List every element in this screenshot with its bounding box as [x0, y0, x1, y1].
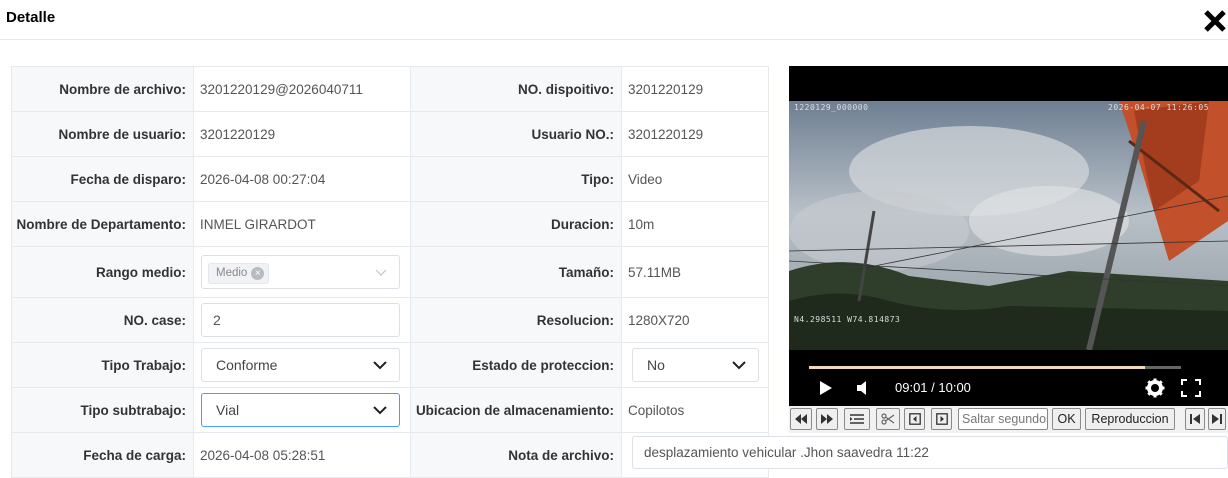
- cell-tipo-subtrabajo: Vial: [193, 387, 411, 433]
- rango-medio-tag: Medio ×: [208, 263, 270, 284]
- scissors-icon[interactable]: [876, 408, 900, 430]
- label-fecha-disparo: Fecha de disparo:: [11, 156, 194, 202]
- dialog-header: Detalle: [0, 0, 1228, 40]
- video-frame: [789, 101, 1228, 350]
- label-ubicacion: Ubicacion de almacenamiento:: [410, 387, 622, 433]
- skip-end-icon[interactable]: [1208, 408, 1226, 430]
- table-row: Nombre de usuario: 3201220129 Usuario NO…: [11, 111, 769, 157]
- table-row: Nombre de Departamento: INMEL GIRARDOT D…: [11, 201, 769, 247]
- tipo-trabajo-value: Conforme: [216, 357, 278, 373]
- value-resolucion: 1280X720: [621, 297, 769, 343]
- label-nombre-archivo: Nombre de archivo:: [11, 66, 194, 112]
- playback-button[interactable]: Reproduccion: [1085, 408, 1175, 430]
- chevron-down-icon: [732, 359, 746, 374]
- list-icon[interactable]: [844, 408, 870, 430]
- ok-button[interactable]: OK: [1052, 408, 1081, 430]
- tipo-subtrabajo-select[interactable]: Vial: [201, 393, 400, 427]
- value-nombre-archivo: 3201220129@2026040711: [193, 66, 411, 112]
- seek-seconds-input[interactable]: Saltar segundos: [958, 408, 1048, 430]
- table-row: Rango medio: Medio × Tamaño: 57.11MB: [11, 246, 769, 298]
- fast-forward-icon[interactable]: [816, 408, 838, 430]
- table-row: Fecha de disparo: 2026-04-08 00:27:04 Ti…: [11, 156, 769, 202]
- label-no-case: NO. case:: [11, 297, 194, 343]
- rango-medio-select[interactable]: Medio ×: [201, 255, 400, 289]
- table-row: Tipo Trabajo: Conforme Estado de protecc…: [11, 342, 769, 388]
- label-resolucion: Resolucion:: [410, 297, 622, 343]
- nota-archivo-input[interactable]: desplazamiento vehicular .Jhon saavedra …: [632, 436, 1228, 469]
- label-tipo-trabajo: Tipo Trabajo:: [11, 342, 194, 388]
- video-time: 09:01 / 10:00: [895, 380, 971, 395]
- label-no-dispositivo: NO. dispoitivo:: [410, 66, 622, 112]
- value-tipo: Video: [621, 156, 769, 202]
- cell-estado-proteccion: No: [621, 342, 769, 388]
- label-fecha-carga: Fecha de carga:: [11, 432, 194, 478]
- skip-start-icon[interactable]: [1185, 408, 1205, 430]
- fullscreen-icon[interactable]: [1181, 379, 1201, 402]
- estado-proteccion-value: No: [647, 357, 665, 373]
- tipo-subtrabajo-value: Vial: [216, 402, 240, 418]
- label-nota-archivo: Nota de archivo:: [410, 432, 622, 478]
- chevron-down-icon: [373, 404, 387, 419]
- playback-toolbar: Saltar segundos OK Reproduccion: [789, 406, 1228, 433]
- value-usuario-no: 3201220129: [621, 111, 769, 157]
- nota-archivo-value: desplazamiento vehicular .Jhon saavedra …: [644, 445, 929, 460]
- value-ubicacion: Copilotos: [621, 387, 769, 433]
- osd-top-left: 1220129_000000: [794, 103, 869, 112]
- tipo-trabajo-select[interactable]: Conforme: [201, 348, 400, 382]
- label-departamento: Nombre de Departamento:: [11, 201, 194, 247]
- value-fecha-disparo: 2026-04-08 00:27:04: [193, 156, 411, 202]
- value-no-dispositivo: 3201220129: [621, 66, 769, 112]
- tag-close-icon[interactable]: ×: [251, 267, 265, 280]
- value-tamano: 57.11MB: [621, 246, 769, 298]
- video-player[interactable]: 1220129_000000 2026-04-07 11:26:05 N4.29…: [789, 66, 1228, 406]
- label-rango-medio: Rango medio:: [11, 246, 194, 298]
- label-nombre-usuario: Nombre de usuario:: [11, 111, 194, 157]
- chevron-down-icon: [373, 359, 387, 374]
- frame-forward-icon[interactable]: [931, 408, 952, 430]
- value-fecha-carga: 2026-04-08 05:28:51: [193, 432, 411, 478]
- video-progress-bar[interactable]: [809, 366, 1181, 369]
- volume-icon[interactable]: [855, 380, 869, 401]
- no-case-value: 2: [213, 312, 221, 328]
- cell-rango-medio: Medio ×: [193, 246, 411, 298]
- value-duracion: 10m: [621, 201, 769, 247]
- tag-label: Medio: [216, 267, 248, 279]
- rewind-icon[interactable]: [790, 408, 812, 430]
- label-estado-proteccion: Estado de proteccion:: [410, 342, 622, 388]
- label-duracion: Duracion:: [410, 201, 622, 247]
- label-tipo-subtrabajo: Tipo subtrabajo:: [11, 387, 194, 433]
- chevron-down-icon: [375, 266, 387, 281]
- detail-table: Nombre de archivo: 3201220129@2026040711…: [11, 66, 769, 478]
- osd-timestamp: 2026-04-07 11:26:05: [1108, 103, 1210, 112]
- dialog-title: Detalle: [6, 9, 56, 26]
- value-departamento: INMEL GIRARDOT: [193, 201, 411, 247]
- table-row: NO. case: 2 Resolucion: 1280X720: [11, 297, 769, 343]
- label-usuario-no: Usuario NO.:: [410, 111, 622, 157]
- label-tamano: Tamaño:: [410, 246, 622, 298]
- estado-proteccion-select[interactable]: No: [632, 348, 759, 382]
- cell-tipo-trabajo: Conforme: [193, 342, 411, 388]
- no-case-input[interactable]: 2: [201, 303, 400, 337]
- gear-icon[interactable]: [1145, 378, 1165, 403]
- value-nombre-usuario: 3201220129: [193, 111, 411, 157]
- osd-gps: N4.298511 W74.814873: [794, 315, 901, 324]
- label-tipo: Tipo:: [410, 156, 622, 202]
- frame-back-icon[interactable]: [904, 408, 925, 430]
- play-icon[interactable]: [819, 380, 833, 401]
- close-icon[interactable]: [1203, 8, 1227, 34]
- video-progress-fill: [809, 366, 1145, 369]
- cell-no-case: 2: [193, 297, 411, 343]
- table-row: Nombre de archivo: 3201220129@2026040711…: [11, 66, 769, 112]
- table-row: Tipo subtrabajo: Vial Ubicacion de almac…: [11, 387, 769, 433]
